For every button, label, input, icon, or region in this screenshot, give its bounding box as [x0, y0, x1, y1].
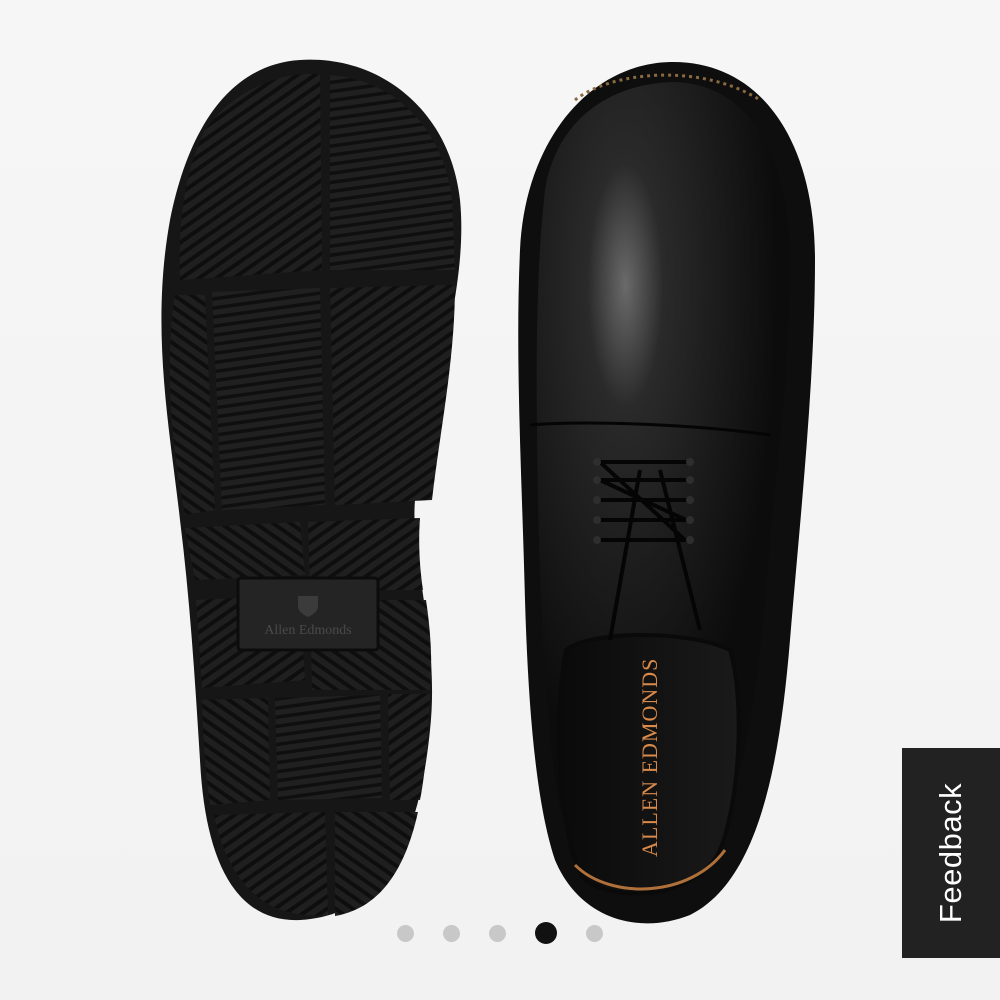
carousel-pagination [0, 921, 1000, 945]
feedback-button[interactable]: Feedback [902, 748, 1000, 958]
carousel-dot[interactable] [535, 922, 557, 944]
shoe-top-view: ALLEN EDMONDS [518, 61, 815, 924]
shoe-sole-view: Allen Edmonds [161, 59, 462, 921]
carousel-dot[interactable] [586, 924, 603, 942]
product-image: Allen Edmonds ALLEN EDMONDS [161, 59, 815, 924]
carousel-dot[interactable] [489, 924, 506, 942]
insole-brand-text: ALLEN EDMONDS [637, 658, 662, 857]
product-image-gallery[interactable]: Allen Edmonds ALLEN EDMONDS [0, 0, 1000, 1000]
feedback-label: Feedback [933, 782, 969, 924]
sole-logo-text: Allen Edmonds [264, 623, 352, 638]
carousel-dot[interactable] [397, 924, 414, 942]
carousel-dot[interactable] [443, 924, 460, 942]
